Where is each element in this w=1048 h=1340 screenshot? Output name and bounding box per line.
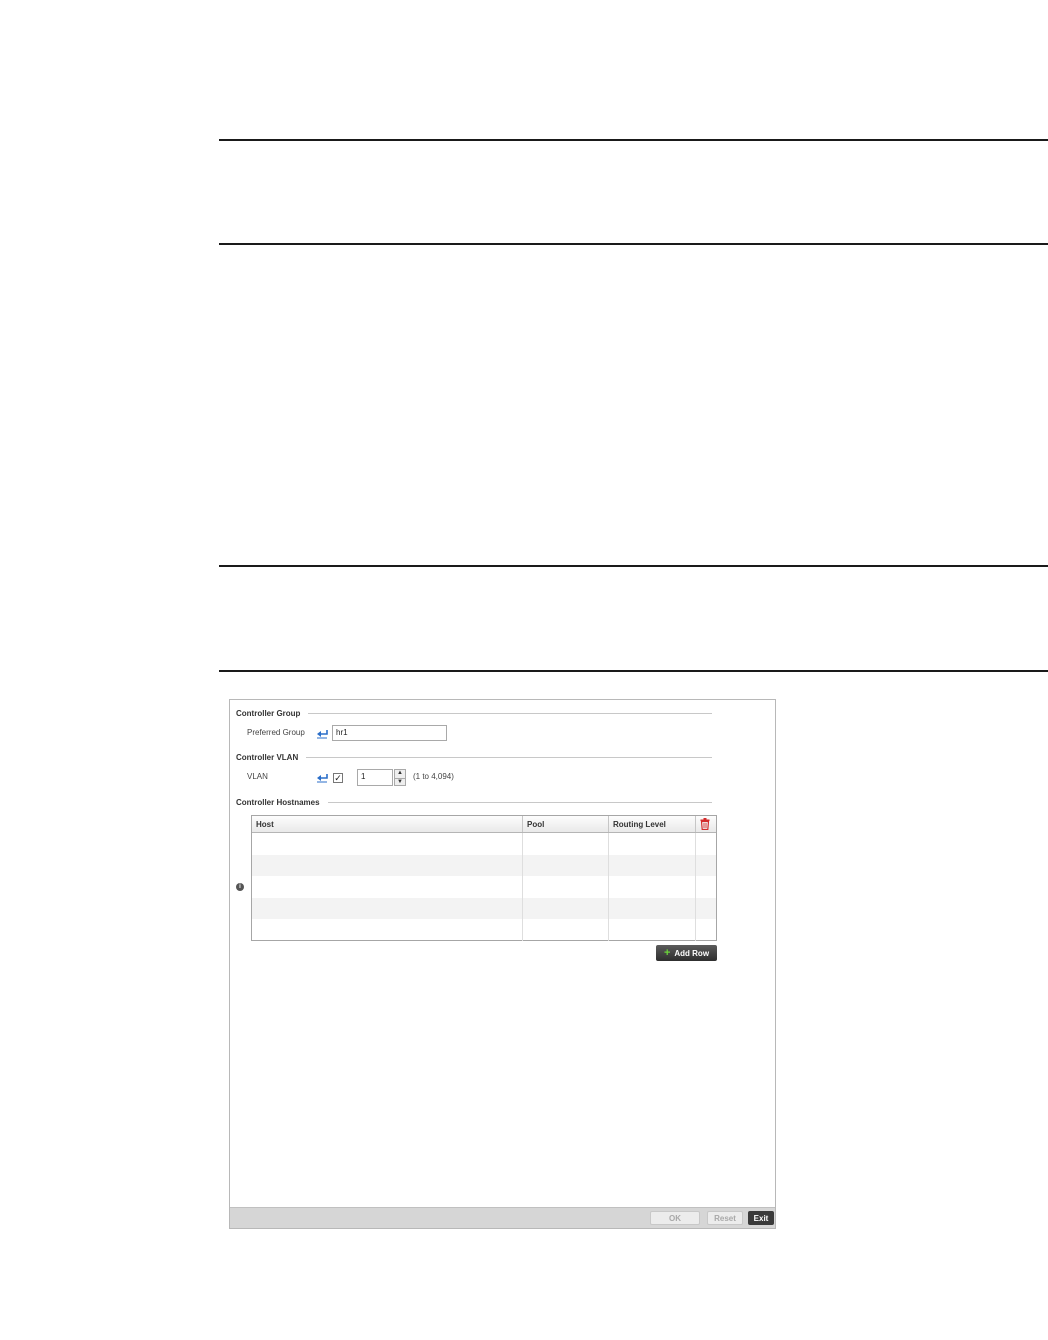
controller-group-title: Controller Group <box>236 708 301 718</box>
preferred-group-label: Preferred Group <box>247 728 305 737</box>
vlan-spinner[interactable]: ▲ ▼ <box>394 769 406 786</box>
mid-rule-1 <box>219 565 1048 567</box>
mid-rule-2 <box>219 670 1048 672</box>
section-divider <box>306 756 712 758</box>
preferred-group-input[interactable]: hr1 <box>332 725 447 741</box>
column-header-host[interactable]: Host <box>252 816 523 832</box>
trash-icon[interactable] <box>700 818 710 831</box>
hostnames-table: Host Pool Routing Level <box>251 815 717 941</box>
ok-button[interactable]: OK <box>650 1211 700 1225</box>
table-header: Host Pool Routing Level <box>252 816 716 833</box>
table-row[interactable] <box>252 876 716 898</box>
controller-hostnames-title: Controller Hostnames <box>236 797 320 807</box>
section-divider <box>308 712 712 714</box>
table-row[interactable] <box>252 833 716 855</box>
vlan-range-hint: (1 to 4,094) <box>413 772 454 781</box>
info-icon: i <box>236 883 244 891</box>
controller-vlan-title: Controller VLAN <box>236 752 299 762</box>
plus-icon: + <box>663 947 671 959</box>
add-row-label: Add Row <box>674 948 710 958</box>
top-rule-1 <box>219 139 1048 141</box>
controller-hostnames-section: Controller Hostnames <box>236 796 712 808</box>
dialog-footer: OK Reset Exit <box>230 1207 775 1228</box>
vlan-label: VLAN <box>247 772 268 781</box>
controller-vlan-section: Controller VLAN <box>236 751 712 763</box>
add-row-button[interactable]: + Add Row <box>656 945 717 961</box>
spinner-up-icon[interactable]: ▲ <box>395 770 405 778</box>
override-arrow-icon[interactable] <box>316 773 328 783</box>
delete-column[interactable] <box>696 816 716 832</box>
table-row[interactable] <box>252 919 716 941</box>
controller-settings-panel: Controller Group Preferred Group hr1 Con… <box>229 699 776 1229</box>
exit-button[interactable]: Exit <box>748 1211 774 1225</box>
column-header-pool[interactable]: Pool <box>523 816 609 832</box>
vlan-number-input[interactable]: 1 <box>357 769 393 786</box>
reset-button[interactable]: Reset <box>707 1211 743 1225</box>
table-row[interactable] <box>252 854 716 877</box>
top-rule-2 <box>219 243 1048 245</box>
column-header-routing-level[interactable]: Routing Level <box>609 816 696 832</box>
vlan-enable-checkbox[interactable]: ✓ <box>333 773 343 783</box>
override-arrow-icon[interactable] <box>316 729 328 739</box>
table-body <box>252 833 716 941</box>
section-divider <box>327 801 712 803</box>
controller-group-section: Controller Group <box>236 707 712 719</box>
table-row[interactable] <box>252 897 716 920</box>
spinner-down-icon[interactable]: ▼ <box>395 777 405 786</box>
